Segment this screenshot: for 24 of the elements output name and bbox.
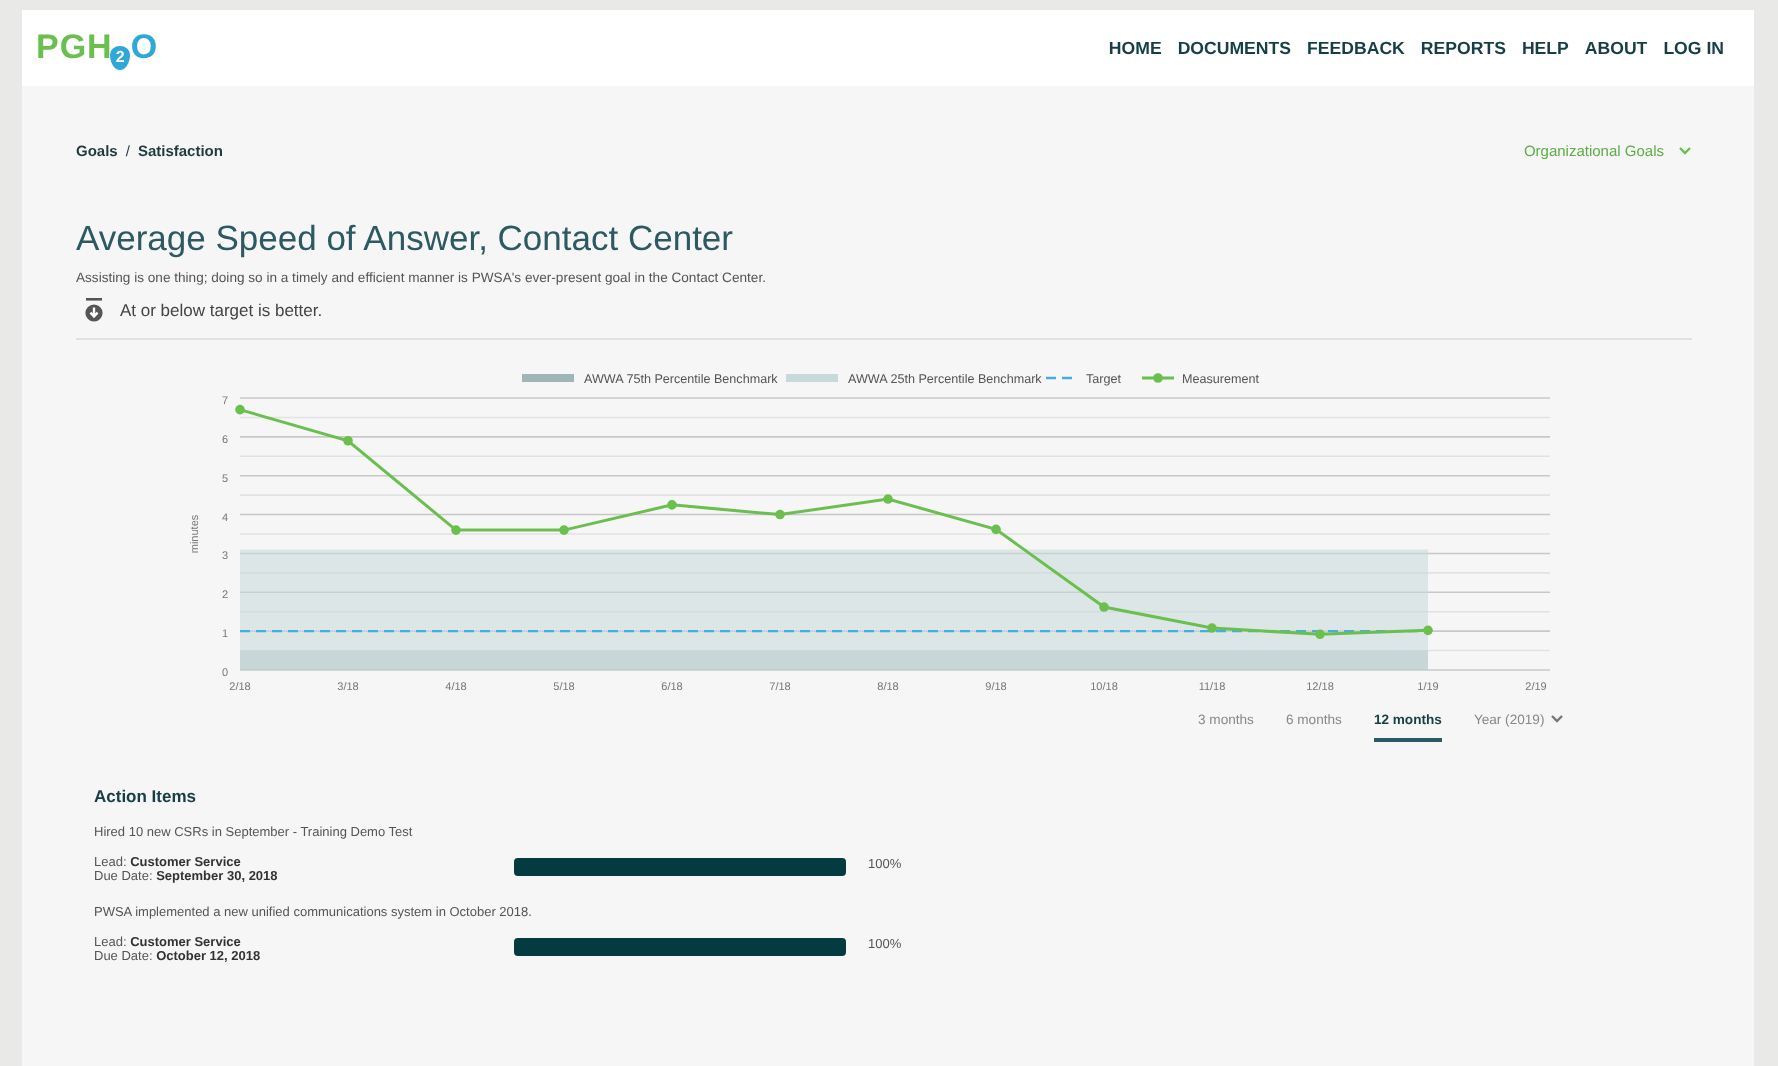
- page-title: Average Speed of Answer, Contact Center: [76, 218, 735, 260]
- section-title: Action Items: [94, 786, 199, 806]
- point: [343, 435, 353, 446]
- point: [775, 509, 785, 520]
- point: [235, 404, 245, 415]
- caret-icon: [1550, 714, 1565, 724]
- point: [883, 494, 893, 504]
- target-note: At or below target is better.: [120, 300, 323, 320]
- point: [1315, 629, 1325, 640]
- nav-link[interactable]: DOCUMENTS: [1177, 38, 1292, 58]
- nav-link[interactable]: REPORTS: [1420, 38, 1506, 58]
- point: [1099, 602, 1109, 612]
- point: [667, 500, 677, 510]
- nav-link[interactable]: HELP: [1521, 38, 1569, 58]
- point: [559, 525, 569, 535]
- nav-link[interactable]: FEEDBACK: [1307, 38, 1405, 58]
- nav-link[interactable]: ABOUT: [1584, 38, 1648, 58]
- point: [1423, 625, 1433, 636]
- nav-link[interactable]: HOME: [1108, 38, 1162, 58]
- caret-icon: [1678, 145, 1692, 155]
- point: [451, 525, 461, 535]
- point: [1207, 623, 1217, 633]
- nav-link[interactable]: LOG IN: [1663, 38, 1724, 58]
- point: [991, 524, 1001, 535]
